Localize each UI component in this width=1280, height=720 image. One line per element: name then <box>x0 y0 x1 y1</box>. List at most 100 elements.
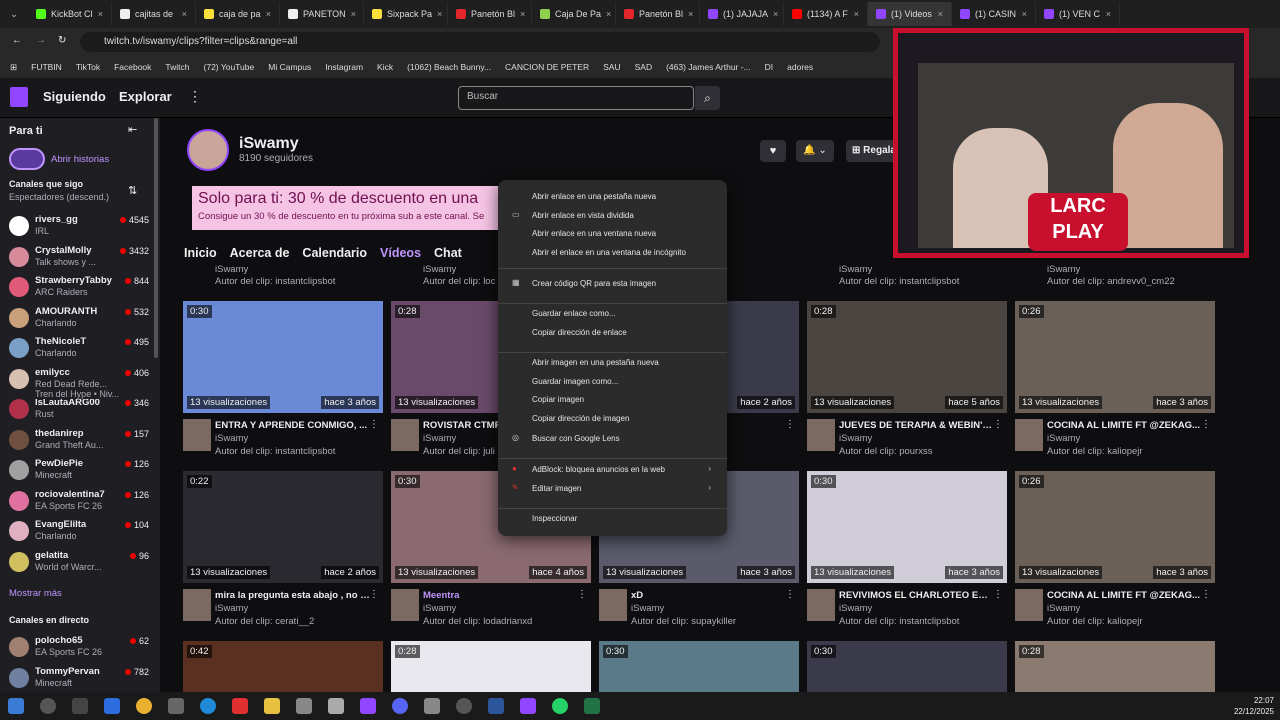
app-icon[interactable] <box>520 698 536 714</box>
clip-more-icon[interactable]: ⋮ <box>369 589 379 600</box>
tab-close-icon[interactable]: × <box>351 9 356 19</box>
clip-more-icon[interactable]: ⋮ <box>785 589 795 600</box>
follow-heart-icon[interactable]: ♥ <box>760 140 786 162</box>
sidebar-channel[interactable]: PewDiePie Minecraft 126 <box>9 456 149 486</box>
back-icon[interactable]: ← <box>12 35 22 46</box>
browser-tab[interactable]: caja de pa × <box>196 2 280 26</box>
stories-button[interactable]: Abrir historias <box>9 148 109 170</box>
notifications-bell-icon[interactable]: 🔔 ⌄ <box>796 140 834 162</box>
clip-more-icon[interactable]: ⋮ <box>577 589 587 600</box>
clip-card[interactable]: 0:26 13 visualizaciones hace 3 años COCINA … <box>1015 471 1215 627</box>
context-menu-item[interactable]: Copiar dirección de enlace <box>532 328 627 337</box>
clip-card[interactable]: 0:22 13 visualizaciones hace 2 años mira la… <box>183 471 383 627</box>
sidebar-channel[interactable]: AMOURANTH Charlando 532 <box>9 304 149 334</box>
clip-author[interactable]: Autor del clip: cerati__2 <box>215 616 314 627</box>
task-view-icon[interactable] <box>72 698 88 714</box>
browser-tab[interactable]: cajitas de × <box>112 2 196 26</box>
clip-channel[interactable]: iSwamy <box>215 603 248 614</box>
clip-author[interactable]: Autor del clip: kaliopejr <box>1047 446 1143 457</box>
tab-close-icon[interactable]: × <box>854 9 859 19</box>
clip-channel-avatar[interactable] <box>807 589 835 621</box>
bookmark-item[interactable]: (72) YouTube <box>204 62 255 72</box>
search-input[interactable]: Buscar <box>458 86 694 110</box>
browser-tab[interactable]: KickBot Cl × <box>28 2 112 26</box>
bookmark-item[interactable]: (1062) Beach Bunny... <box>407 62 491 72</box>
search-icon[interactable]: ⌕ <box>695 86 720 110</box>
sidebar-channel[interactable]: thedanirep Grand Theft Au... 157 <box>9 426 149 456</box>
tab-close-icon[interactable]: × <box>606 9 611 19</box>
discord-icon[interactable] <box>392 698 408 714</box>
context-menu-item[interactable]: Editar imagen <box>532 484 581 493</box>
app-icon[interactable] <box>456 698 472 714</box>
tab-close-icon[interactable]: × <box>182 9 187 19</box>
sidebar-channel[interactable]: TommyPervan Minecraft 782 <box>9 664 149 694</box>
browser-tab[interactable]: Panetón Bl × <box>616 2 700 26</box>
browser-tab[interactable]: Sixpack Pa × <box>364 2 448 26</box>
card-channel[interactable]: iSwamy <box>215 264 248 275</box>
clip-channel[interactable]: iSwamy <box>1047 433 1080 444</box>
context-menu-item[interactable]: Copiar imagen <box>532 395 584 404</box>
clip-card[interactable]: 0:30 <box>807 641 1007 692</box>
forward-icon[interactable]: → <box>36 35 46 46</box>
clip-thumbnail[interactable]: 0:30 <box>807 641 1007 692</box>
clip-card[interactable]: 0:28 <box>1015 641 1215 692</box>
browser-tab[interactable]: Panetón Bl × <box>448 2 532 26</box>
card-author[interactable]: Autor del clip: instantclipsbot <box>839 276 959 287</box>
clip-title[interactable]: Meentra <box>423 590 578 601</box>
clip-channel-avatar[interactable] <box>391 419 419 451</box>
card-author[interactable]: Autor del clip: loc <box>423 276 495 287</box>
bookmark-item[interactable]: Facebook <box>114 62 151 72</box>
bookmark-item[interactable]: Mi Campus <box>268 62 311 72</box>
tab-close-icon[interactable]: × <box>773 9 778 19</box>
clip-thumbnail[interactable]: 0:26 13 visualizaciones hace 3 años <box>1015 301 1215 413</box>
browser-tab[interactable]: (1) JAJAJA × <box>700 2 784 26</box>
clip-thumbnail[interactable]: 0:26 13 visualizaciones hace 3 años <box>1015 471 1215 583</box>
bookmark-item[interactable]: Twitch <box>165 62 189 72</box>
sidebar-channel[interactable]: rociovalentina7 EA Sports FC 26 126 <box>9 487 149 517</box>
clip-thumbnail[interactable]: 0:42 <box>183 641 383 692</box>
clip-author[interactable]: Autor del clip: kaliopejr <box>1047 616 1143 627</box>
clip-channel-avatar[interactable] <box>183 419 211 451</box>
context-menu-item[interactable]: Abrir enlace en una ventana nueva <box>532 229 656 238</box>
context-menu-item[interactable]: Abrir el enlace en una ventana de incógn… <box>532 248 686 257</box>
clip-thumbnail[interactable]: 0:22 13 visualizaciones hace 2 años <box>183 471 383 583</box>
tab-1[interactable]: Acerca de <box>230 246 290 260</box>
context-menu-item[interactable]: Crear código QR para esta imagen <box>532 279 656 288</box>
tab-0[interactable]: Inicio <box>184 246 217 260</box>
tab-close-icon[interactable]: × <box>1022 9 1027 19</box>
sidebar-channel[interactable]: polocho65 EA Sports FC 26 62 <box>9 633 149 663</box>
bookmark-item[interactable]: SAD <box>635 62 652 72</box>
tab-close-icon[interactable]: × <box>520 9 525 19</box>
card-channel[interactable]: iSwamy <box>1047 264 1080 275</box>
card-author[interactable]: Autor del clip: instantclipsbot <box>215 276 335 287</box>
tab-close-icon[interactable]: × <box>437 9 442 19</box>
followed-sort[interactable]: Espectadores (descend.) <box>9 192 109 202</box>
promo-banner[interactable]: Solo para ti: 30 % de descuento en una C… <box>192 186 502 230</box>
card-channel[interactable]: iSwamy <box>839 264 872 275</box>
whatsapp-icon[interactable] <box>552 698 568 714</box>
apps-icon[interactable]: ⊞ <box>10 62 17 73</box>
browser-tab[interactable]: PANETON × <box>280 2 364 26</box>
clip-thumbnail[interactable]: 0:30 13 visualizaciones hace 3 años <box>807 471 1007 583</box>
clip-thumbnail[interactable]: 0:30 <box>599 641 799 692</box>
clip-author[interactable]: Autor del clip: instantclipsbot <box>839 616 959 627</box>
calculator-icon[interactable] <box>424 698 440 714</box>
tab-close-icon[interactable]: × <box>938 9 943 19</box>
context-menu-item[interactable]: Guardar imagen como... <box>532 377 618 386</box>
browse-link[interactable]: Explorar <box>119 89 172 104</box>
show-more-link[interactable]: Mostrar más <box>9 588 62 599</box>
clip-card[interactable]: 0:28 <box>391 641 591 692</box>
bookmark-item[interactable]: (463) James Arthur -... <box>666 62 751 72</box>
context-menu-item[interactable]: Abrir enlace en una pestaña nueva <box>532 192 656 201</box>
clip-author[interactable]: Autor del clip: pourxss <box>839 446 932 457</box>
clip-title[interactable]: COCINA AL LIMITE FT @ZEKAG... <box>1047 420 1202 431</box>
card-channel[interactable]: iSwamy <box>423 264 456 275</box>
browser-tab[interactable]: (1) CASIN × <box>952 2 1036 26</box>
channel-avatar[interactable] <box>187 129 229 171</box>
card-author[interactable]: Autor del clip: andrevv0_cm22 <box>1047 276 1175 287</box>
clip-more-icon[interactable]: ⋮ <box>1201 419 1211 430</box>
clip-thumbnail[interactable]: 0:30 13 visualizaciones hace 3 años <box>183 301 383 413</box>
bookmark-item[interactable]: TikTok <box>76 62 100 72</box>
tab-close-icon[interactable]: × <box>688 9 693 19</box>
clip-thumbnail[interactable]: 0:28 <box>391 641 591 692</box>
